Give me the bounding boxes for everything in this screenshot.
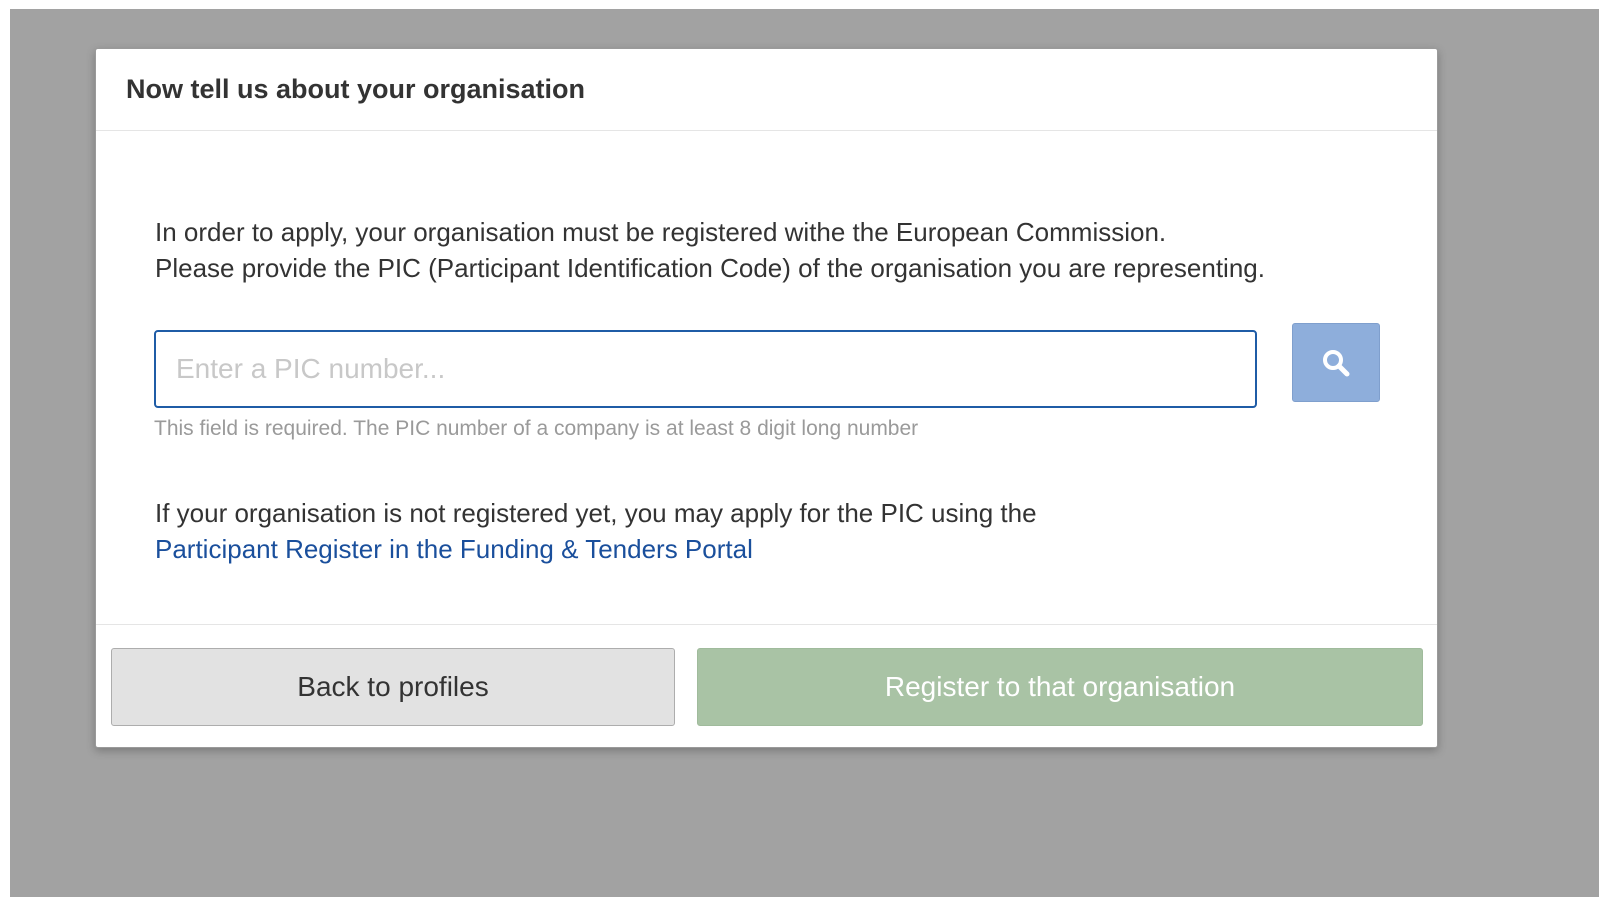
modal-footer: Back to profiles Register to that organi… xyxy=(96,624,1437,749)
modal-header: Now tell us about your organisation xyxy=(96,49,1437,131)
pic-help-text: This field is required. The PIC number o… xyxy=(154,417,919,440)
register-info: If your organisation is not registered y… xyxy=(155,495,1395,567)
search-icon xyxy=(1321,348,1351,378)
organisation-modal: Now tell us about your organisation In o… xyxy=(95,48,1438,748)
modal-title: Now tell us about your organisation xyxy=(126,74,586,104)
participant-register-link[interactable]: Participant Register in the Funding & Te… xyxy=(155,534,753,564)
intro-line-2: Please provide the PIC (Participant Iden… xyxy=(155,253,1265,283)
intro-line-1: In order to apply, your organisation mus… xyxy=(155,217,1167,247)
register-info-text: If your organisation is not registered y… xyxy=(155,498,1037,528)
search-button[interactable] xyxy=(1292,323,1380,402)
pic-number-input[interactable] xyxy=(154,330,1257,408)
back-to-profiles-button[interactable]: Back to profiles xyxy=(111,648,675,726)
intro-text: In order to apply, your organisation mus… xyxy=(155,214,1395,286)
register-organisation-button[interactable]: Register to that organisation xyxy=(697,648,1423,726)
